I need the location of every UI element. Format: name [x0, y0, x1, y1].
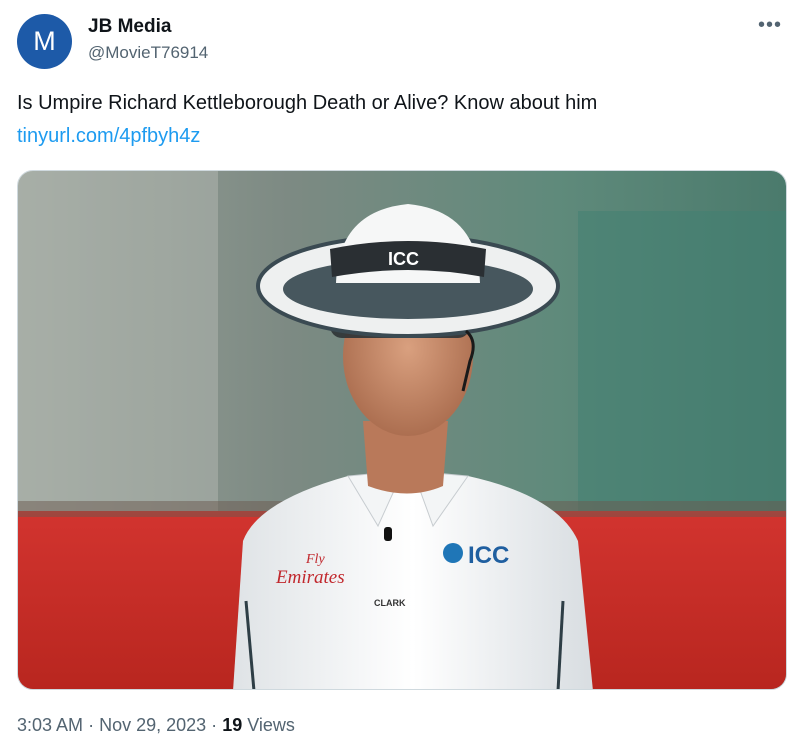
meta-separator-2: ·: [211, 715, 218, 735]
views-count: 19: [222, 715, 243, 735]
tweet-time[interactable]: 3:03 AM: [17, 715, 83, 735]
more-options-button[interactable]: •••: [758, 14, 782, 37]
author-name[interactable]: JB Media: [88, 16, 171, 38]
tweet-link[interactable]: tinyurl.com/4pfbyh4z: [17, 125, 200, 148]
author-handle[interactable]: @MovieT76914: [88, 43, 208, 63]
sponsor-line1: Fly: [305, 552, 325, 567]
more-dots-icon: •••: [757, 14, 782, 36]
tweet-photo[interactable]: ICC Fly Emirates ICC CLARK: [17, 170, 787, 690]
tweet-date[interactable]: Nov 29, 2023: [99, 715, 206, 735]
avatar-letter: M: [33, 26, 56, 56]
button-brand: CLARK: [374, 598, 406, 608]
shirt-icc-logo: ICC: [468, 542, 509, 569]
hat-band-text: ICC: [388, 249, 419, 269]
sponsor-line2: Emirates: [275, 567, 345, 588]
meta-separator: ·: [88, 715, 95, 735]
avatar[interactable]: M: [17, 14, 72, 69]
tweet-meta: 3:03 AM · Nov 29, 2023 · 19 Views: [17, 715, 295, 736]
umpire-photo: ICC Fly Emirates ICC CLARK: [18, 171, 786, 689]
tweet-text: Is Umpire Richard Kettleborough Death or…: [17, 92, 598, 114]
views-label: Views: [247, 715, 295, 735]
